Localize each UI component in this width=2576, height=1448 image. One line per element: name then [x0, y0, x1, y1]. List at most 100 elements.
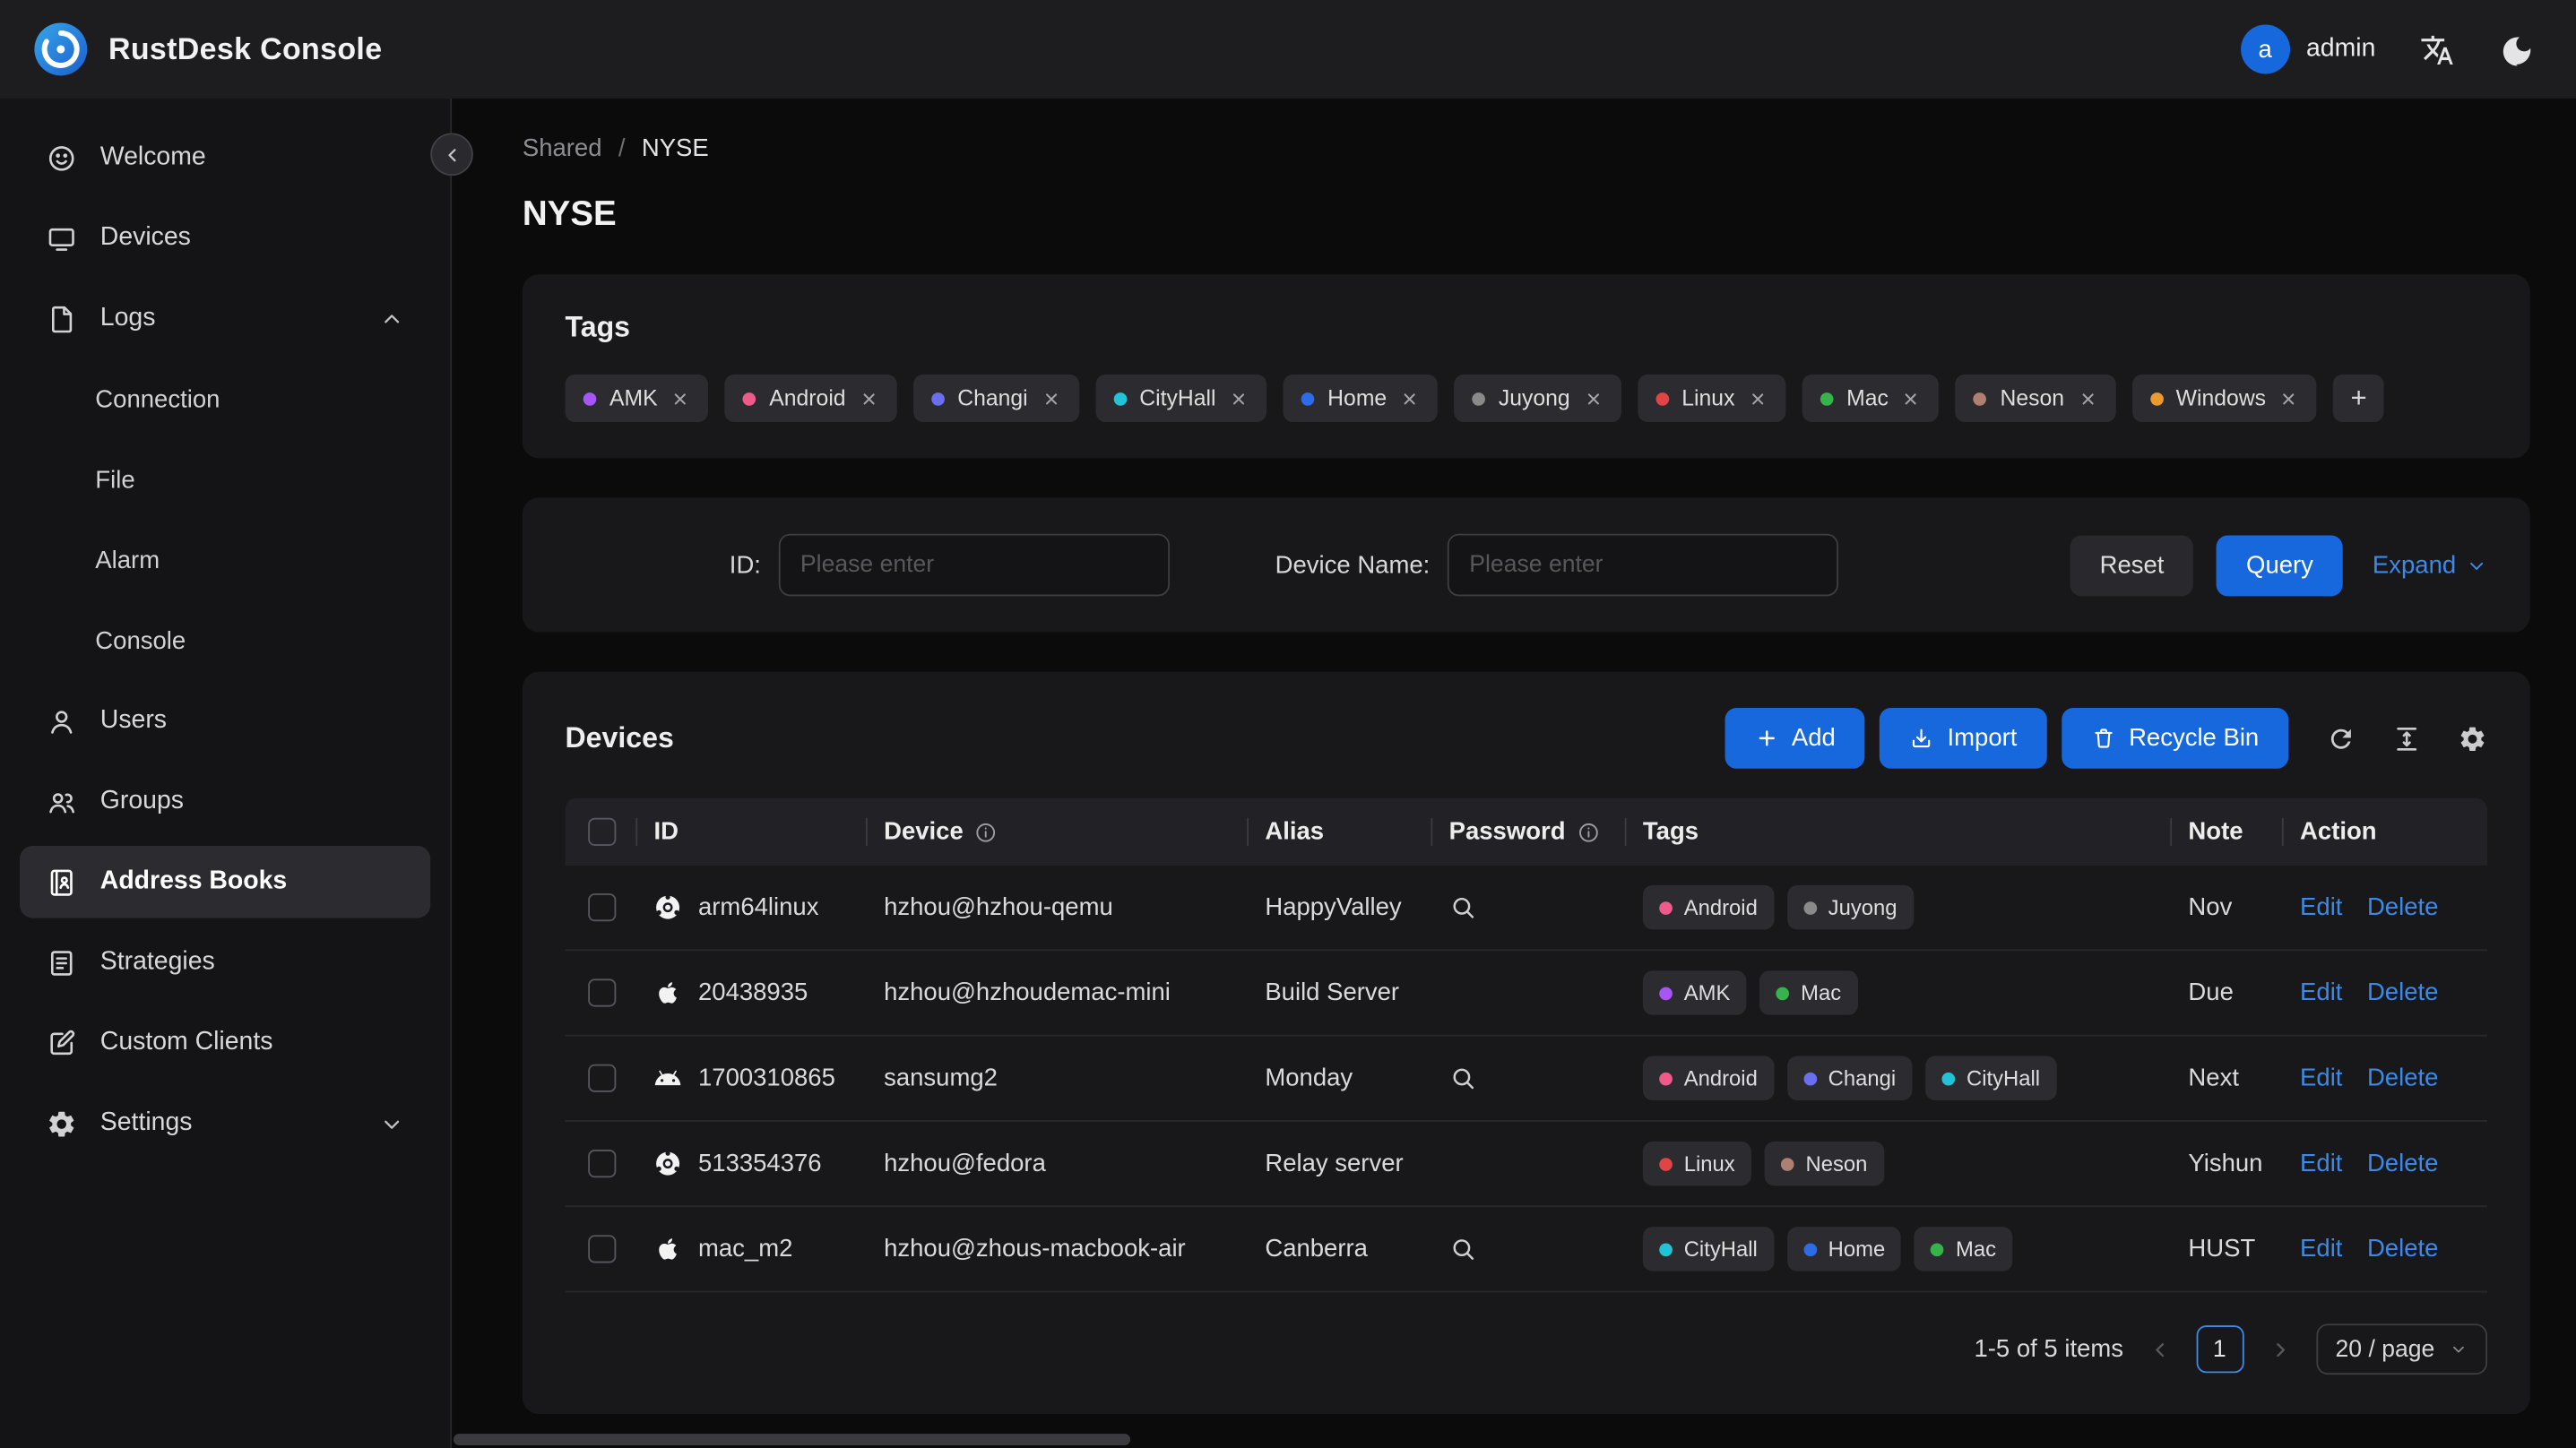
row-checkbox[interactable] [587, 978, 616, 1007]
devices-card-title: Devices [565, 720, 674, 754]
device-alias: Build Server [1265, 978, 1400, 1007]
id-input[interactable] [779, 533, 1171, 597]
reset-button[interactable]: Reset [2070, 534, 2194, 596]
tag-label: Mac [1846, 385, 1889, 411]
devices-card-header: Devices Add Import Recycle Bin [565, 707, 2487, 769]
query-button[interactable]: Query [2217, 534, 2343, 596]
sidebar-item-groups[interactable]: Groups [20, 765, 430, 838]
sidebar-nav: Welcome Devices Logs Connection File Ala… [19, 122, 431, 1159]
tag-label: CityHall [1967, 1065, 2041, 1091]
sidebar-subitem-alarm[interactable]: Alarm [20, 524, 430, 597]
sidebar-item-address-books[interactable]: Address Books [19, 845, 431, 918]
tag-color-dot [742, 392, 756, 405]
table-settings-icon[interactable] [2458, 723, 2487, 753]
pagination-page-1[interactable]: 1 [2195, 1325, 2243, 1374]
edit-link[interactable]: Edit [2300, 1235, 2342, 1263]
cell-password [1432, 1122, 1626, 1205]
tag-label: Neson [1805, 1151, 1868, 1176]
tag-remove-icon[interactable] [1748, 388, 1768, 408]
sidebar-subitem-file[interactable]: File [20, 444, 430, 516]
tag-remove-icon[interactable] [1229, 388, 1249, 408]
tag-remove-icon[interactable] [1902, 388, 1922, 408]
edit-link[interactable]: Edit [2300, 978, 2342, 1006]
filter-actions: Reset Query Expand [2070, 534, 2487, 596]
column-header-label: Action [2300, 817, 2377, 846]
column-header-label: Password [1448, 817, 1566, 846]
cell-device: hzhou@hzhou-qemu [868, 866, 1249, 949]
password-search-icon[interactable] [1449, 1235, 1477, 1263]
edit-link[interactable]: Edit [2300, 1064, 2342, 1092]
sidebar-item-logs[interactable]: Logs [20, 282, 430, 355]
tag-remove-icon[interactable] [1400, 388, 1420, 408]
edit-link[interactable]: Edit [2300, 893, 2342, 921]
sidebar-item-settings[interactable]: Settings [20, 1087, 430, 1159]
delete-link[interactable]: Delete [2367, 1235, 2438, 1263]
row-checkbox[interactable] [587, 1235, 616, 1263]
column-header-label: Note [2188, 817, 2243, 846]
smile-icon [46, 142, 77, 174]
horizontal-scrollbar-thumb[interactable] [453, 1434, 1131, 1445]
sidebar-subitem-connection[interactable]: Connection [20, 363, 430, 435]
apple-icon [653, 978, 681, 1006]
chevron-down-icon [379, 1111, 403, 1135]
select-all-cell [566, 798, 638, 866]
sidebar-item-devices[interactable]: Devices [20, 202, 430, 274]
password-search-icon[interactable] [1449, 893, 1477, 921]
info-icon[interactable] [1577, 821, 1600, 844]
tag-color-dot [1803, 901, 1817, 915]
recycle-bin-button[interactable]: Recycle Bin [2061, 707, 2289, 769]
pagination-next-icon[interactable] [2268, 1338, 2291, 1361]
tag-remove-icon[interactable] [2279, 388, 2299, 408]
column-header-note: Note [2172, 798, 2284, 866]
cell-actions: Edit Delete [2284, 866, 2487, 949]
sidebar-item-welcome[interactable]: Welcome [20, 122, 430, 194]
tag-remove-icon[interactable] [1041, 388, 1060, 408]
device-name: hzhou@hzhou-qemu [884, 893, 1113, 922]
delete-link[interactable]: Delete [2367, 1150, 2438, 1177]
moon-icon[interactable] [2499, 32, 2533, 66]
info-icon[interactable] [975, 821, 998, 844]
tag-remove-icon[interactable] [1583, 388, 1603, 408]
breadcrumb-shared[interactable]: Shared [523, 134, 602, 162]
tag-chip-windows: Windows [2131, 374, 2317, 423]
sidebar-item-strategies[interactable]: Strategies [20, 927, 430, 999]
select-all-checkbox[interactable] [587, 817, 616, 846]
password-search-icon[interactable] [1449, 1064, 1477, 1092]
sidebar-collapse-button[interactable] [430, 133, 473, 177]
table-row: arm64linux hzhou@hzhou-qemu HappyValley … [565, 866, 2488, 952]
tag-remove-icon[interactable] [2078, 388, 2097, 408]
tag-remove-icon[interactable] [670, 388, 690, 408]
gear-icon [46, 1108, 77, 1139]
sidebar: Welcome Devices Logs Connection File Ala… [0, 98, 453, 1448]
device-name: sansumg2 [884, 1064, 998, 1092]
page-size-select[interactable]: 20 / page [2315, 1323, 2488, 1375]
tag-color-dot [1803, 1071, 1817, 1085]
column-height-icon[interactable] [2392, 723, 2422, 753]
column-header-alias: Alias [1249, 798, 1433, 866]
device-alias: HappyValley [1265, 893, 1402, 922]
row-checkbox[interactable] [587, 1064, 616, 1092]
user-menu[interactable]: a admin [2240, 24, 2375, 74]
cell-id: 513354376 [637, 1122, 868, 1205]
tag-label: Android [769, 385, 846, 411]
import-button[interactable]: Import [1880, 707, 2047, 769]
add-tag-button[interactable]: + [2333, 374, 2385, 423]
sidebar-item-users[interactable]: Users [20, 685, 430, 757]
refresh-icon[interactable] [2326, 723, 2356, 753]
row-checkbox[interactable] [587, 1150, 616, 1178]
cell-device: sansumg2 [868, 1037, 1249, 1120]
expand-link[interactable]: Expand [2373, 551, 2487, 579]
tag-remove-icon[interactable] [859, 388, 878, 408]
cell-actions: Edit Delete [2284, 1122, 2487, 1205]
delete-link[interactable]: Delete [2367, 893, 2438, 921]
delete-link[interactable]: Delete [2367, 1064, 2438, 1092]
pagination-prev-icon[interactable] [2148, 1338, 2172, 1361]
row-checkbox[interactable] [587, 893, 616, 922]
device-name-input[interactable] [1448, 533, 1839, 597]
edit-link[interactable]: Edit [2300, 1150, 2342, 1177]
sidebar-item-custom-clients[interactable]: Custom Clients [20, 1007, 430, 1080]
add-button[interactable]: Add [1724, 707, 1865, 769]
translate-icon[interactable] [2420, 32, 2454, 66]
sidebar-subitem-console[interactable]: Console [20, 605, 430, 677]
delete-link[interactable]: Delete [2367, 978, 2438, 1006]
